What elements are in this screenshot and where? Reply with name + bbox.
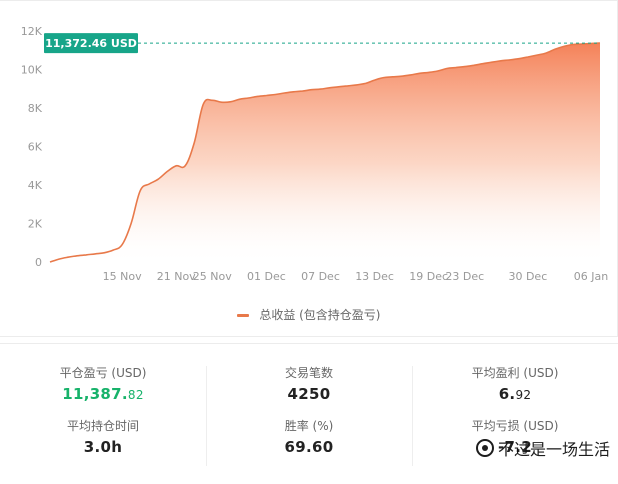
win-rate-stat: 胜率 (%) 69.60 <box>206 417 412 456</box>
stats-column-2: 交易笔数 4250 胜率 (%) 69.60 <box>206 344 412 484</box>
y-tick-label: 10K <box>21 64 43 77</box>
x-axis: 15 Nov 21 Nov25 Nov 01 Dec 07 Dec 13 Dec 19 D… <box>103 270 609 283</box>
avg-loss-label: 平均亏损 (USD) <box>471 419 559 433</box>
avg-profit-value: 6.92 <box>412 385 618 403</box>
y-tick-label: 8K <box>28 102 43 115</box>
win-rate-label: 胜率 (%) <box>284 419 334 433</box>
stats-column-3: 平均盈利 (USD) 6.92 平均亏损 (USD) -7.2 <box>412 344 618 484</box>
series-area <box>50 43 600 262</box>
x-tick-label: 23 Dec <box>445 270 484 283</box>
current-value-badge: 11,372.46 USD <box>44 33 138 54</box>
closed-pnl-value: 11,387.82 <box>0 385 206 403</box>
avg-hold-time-value: 3.0h <box>83 438 123 456</box>
closed-pnl-label: 平仓盈亏 (USD) <box>59 366 147 380</box>
pnl-area-chart: 0 2K 4K 6K 8K 10K 12K 15 Nov 21 Nov25 Nov 01 Dec… <box>21 25 609 283</box>
y-tick-label: 12K <box>21 25 43 38</box>
legend-label: 总收益 (包含持仓盈亏) <box>259 308 381 322</box>
x-tick-label: 19 Dec <box>409 270 448 283</box>
chart-legend[interactable]: 总收益 (包含持仓盈亏) <box>0 306 618 323</box>
closed-pnl-int: 11,387. <box>62 385 128 403</box>
avg-profit-decimals: 92 <box>515 388 532 402</box>
x-tick-label: 30 Dec <box>508 270 547 283</box>
legend-swatch <box>237 314 250 317</box>
avg-hold-time-stat: 平均持仓时间 3.0h <box>0 417 206 456</box>
stats-panel: 平仓盈亏 (USD) 11,387.82 平均持仓时间 3.0h 交易笔数 42… <box>0 343 618 484</box>
trade-count-value: 4250 <box>287 385 331 403</box>
avg-hold-time-label: 平均持仓时间 <box>66 419 139 433</box>
trade-count-label: 交易笔数 <box>284 366 333 380</box>
x-tick-label: 07 Dec <box>301 270 340 283</box>
closed-pnl-stat: 平仓盈亏 (USD) 11,387.82 <box>0 364 206 403</box>
avg-profit-int: 6. <box>498 385 516 403</box>
trade-count-stat: 交易笔数 4250 <box>206 364 412 403</box>
x-tick-label: 13 Dec <box>355 270 394 283</box>
y-tick-label: 4K <box>28 179 43 192</box>
x-tick-label: 21 Nov <box>157 270 196 283</box>
y-axis: 0 2K 4K 6K 8K 10K 12K <box>21 25 43 269</box>
watermark-logo-icon <box>475 439 494 457</box>
y-tick-label: 6K <box>28 141 43 154</box>
watermark: 不过是一场生活 <box>475 436 610 460</box>
x-tick-label: 15 Nov <box>103 270 142 283</box>
x-tick-label: 01 Dec <box>247 270 286 283</box>
x-tick-label: 25 Nov <box>193 270 232 283</box>
current-value-label: 11,372.46 USD <box>45 37 137 50</box>
x-tick-label: 06 Jan <box>574 270 608 283</box>
pnl-chart-card: 0 2K 4K 6K 8K 10K 12K 15 Nov 21 Nov 25 Nov 01 Dec… <box>0 0 618 337</box>
y-tick-label: 2K <box>28 218 43 231</box>
watermark-text: 不过是一场生活 <box>497 440 610 459</box>
avg-profit-stat: 平均盈利 (USD) 6.92 <box>412 364 618 403</box>
avg-profit-label: 平均盈利 (USD) <box>471 366 559 380</box>
win-rate-value: 69.60 <box>284 438 334 456</box>
stats-column-1: 平仓盈亏 (USD) 11,387.82 平均持仓时间 3.0h <box>0 344 206 484</box>
y-tick-label: 0 <box>35 256 42 269</box>
closed-pnl-decimals: 82 <box>127 388 144 402</box>
